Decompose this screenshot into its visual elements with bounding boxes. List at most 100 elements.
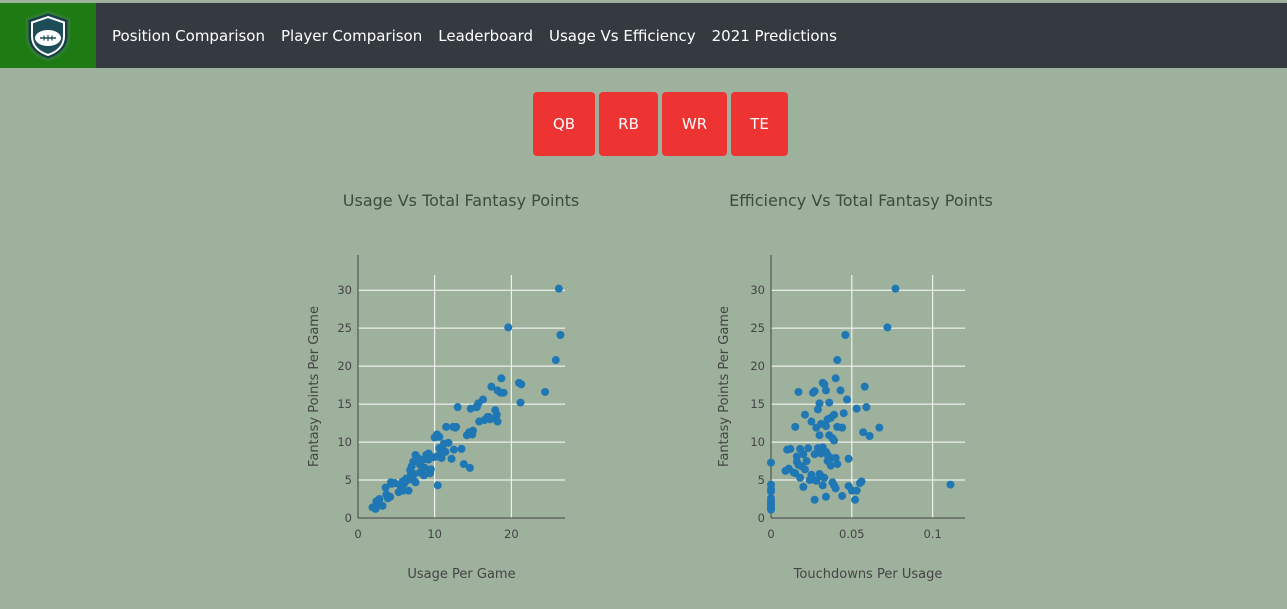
efficiency-data-point[interactable] <box>865 431 874 440</box>
efficiency-data-point[interactable] <box>852 404 861 413</box>
usage-data-point[interactable] <box>556 330 565 339</box>
efficiency-data-point[interactable] <box>875 423 884 432</box>
usage-data-point[interactable] <box>499 388 508 397</box>
efficiency-data-point[interactable] <box>812 476 821 485</box>
efficiency-data-point[interactable] <box>815 431 824 440</box>
qb-button[interactable]: QB <box>533 92 595 156</box>
efficiency-data-point[interactable] <box>800 465 809 474</box>
usage-data-point[interactable] <box>404 486 413 495</box>
usage-data-point[interactable] <box>449 445 458 454</box>
usage-data-point[interactable] <box>492 415 500 424</box>
efficiency-data-point[interactable] <box>883 323 892 332</box>
usage-data-point[interactable] <box>541 387 550 396</box>
usage-data-point[interactable] <box>402 476 411 485</box>
efficiency-data-point[interactable] <box>852 486 861 495</box>
usage-data-point[interactable] <box>437 454 446 463</box>
efficiency-data-point[interactable] <box>830 410 839 419</box>
efficiency-data-point[interactable] <box>812 423 821 432</box>
usage-data-point[interactable] <box>459 460 468 469</box>
nav-leaderboard[interactable]: Leaderboard <box>438 27 533 45</box>
usage-data-point[interactable] <box>433 481 442 490</box>
usage-y-tick-label: 10 <box>337 435 352 449</box>
efficiency-data-point[interactable] <box>821 492 830 501</box>
efficiency-data-point[interactable] <box>810 450 819 459</box>
usage-data-point[interactable] <box>453 403 462 412</box>
efficiency-data-point[interactable] <box>862 403 871 412</box>
usage-x-tick-label: 10 <box>427 527 442 541</box>
efficiency-data-point[interactable] <box>825 398 834 407</box>
efficiency-data-point[interactable] <box>839 409 848 418</box>
nav-usage-vs-efficiency[interactable]: Usage Vs Efficiency <box>549 27 696 45</box>
usage-data-point[interactable] <box>419 471 428 480</box>
efficiency-data-point[interactable] <box>796 473 805 482</box>
efficiency-data-point[interactable] <box>946 480 955 489</box>
efficiency-data-point[interactable] <box>831 374 840 383</box>
usage-data-point[interactable] <box>394 488 403 497</box>
efficiency-data-point[interactable] <box>810 495 819 504</box>
efficiency-data-point[interactable] <box>784 464 793 473</box>
efficiency-data-point[interactable] <box>791 422 800 431</box>
efficiency-data-point[interactable] <box>813 405 822 414</box>
usage-data-point[interactable] <box>387 479 396 488</box>
efficiency-data-point[interactable] <box>767 458 775 467</box>
nav-2021-predictions[interactable]: 2021 Predictions <box>712 27 837 45</box>
usage-data-point[interactable] <box>371 504 380 513</box>
nav-player-comparison[interactable]: Player Comparison <box>281 27 422 45</box>
usage-data-point[interactable] <box>485 413 494 422</box>
efficiency-data-point[interactable] <box>818 481 827 490</box>
usage-data-point[interactable] <box>457 444 466 453</box>
efficiency-data-point[interactable] <box>844 454 853 463</box>
usage-data-point[interactable] <box>442 422 451 431</box>
usage-data-point[interactable] <box>468 430 477 439</box>
efficiency-data-point[interactable] <box>823 415 832 424</box>
efficiency-data-point[interactable] <box>794 387 803 396</box>
efficiency-data-point[interactable] <box>891 284 900 293</box>
efficiency-data-point[interactable] <box>767 487 775 496</box>
efficiency-data-point[interactable] <box>842 395 851 404</box>
efficiency-data-point[interactable] <box>838 491 847 500</box>
efficiency-data-point[interactable] <box>860 382 869 391</box>
efficiency-data-point[interactable] <box>851 495 860 504</box>
usage-data-point[interactable] <box>497 374 506 383</box>
efficiency-data-point[interactable] <box>767 505 775 514</box>
usage-data-point[interactable] <box>409 469 418 478</box>
football-logo-icon[interactable] <box>0 3 96 68</box>
usage-x-tick-label: 20 <box>504 527 519 541</box>
efficiency-data-point[interactable] <box>821 422 830 431</box>
efficiency-y-axis-label: Fantasy Points Per Game <box>717 306 732 467</box>
efficiency-data-point[interactable] <box>833 460 842 469</box>
usage-x-axis-label: Usage Per Game <box>407 567 515 582</box>
usage-chart-title: Usage Vs Total Fantasy Points <box>343 191 579 210</box>
efficiency-data-point[interactable] <box>799 482 808 491</box>
usage-data-point[interactable] <box>411 478 420 487</box>
usage-data-point[interactable] <box>383 494 392 503</box>
usage-data-point[interactable] <box>516 398 525 407</box>
usage-data-point[interactable] <box>472 403 481 412</box>
usage-data-point[interactable] <box>515 378 523 387</box>
efficiency-data-point[interactable] <box>810 387 819 396</box>
efficiency-data-point[interactable] <box>800 410 809 419</box>
wr-button[interactable]: WR <box>662 92 727 156</box>
usage-y-tick-label: 25 <box>337 321 352 335</box>
efficiency-data-point[interactable] <box>821 386 830 395</box>
te-button[interactable]: TE <box>731 92 788 156</box>
usage-data-point[interactable] <box>424 455 433 464</box>
efficiency-data-point[interactable] <box>786 444 795 453</box>
efficiency-data-point[interactable] <box>841 330 850 339</box>
usage-data-point[interactable] <box>551 356 560 365</box>
usage-data-point[interactable] <box>426 465 435 474</box>
usage-data-point[interactable] <box>447 454 456 463</box>
efficiency-data-point[interactable] <box>838 423 847 432</box>
rb-button[interactable]: RB <box>599 92 658 156</box>
efficiency-data-point[interactable] <box>818 378 827 387</box>
efficiency-data-point[interactable] <box>830 436 839 445</box>
usage-data-point[interactable] <box>451 423 460 432</box>
usage-data-point[interactable] <box>554 284 563 293</box>
nav-position-comparison[interactable]: Position Comparison <box>112 27 265 45</box>
usage-data-point[interactable] <box>504 323 513 332</box>
efficiency-data-point[interactable] <box>836 386 845 395</box>
usage-data-point[interactable] <box>430 433 439 442</box>
efficiency-data-point[interactable] <box>831 484 840 493</box>
efficiency-data-point[interactable] <box>857 477 866 486</box>
efficiency-data-point[interactable] <box>833 356 842 365</box>
